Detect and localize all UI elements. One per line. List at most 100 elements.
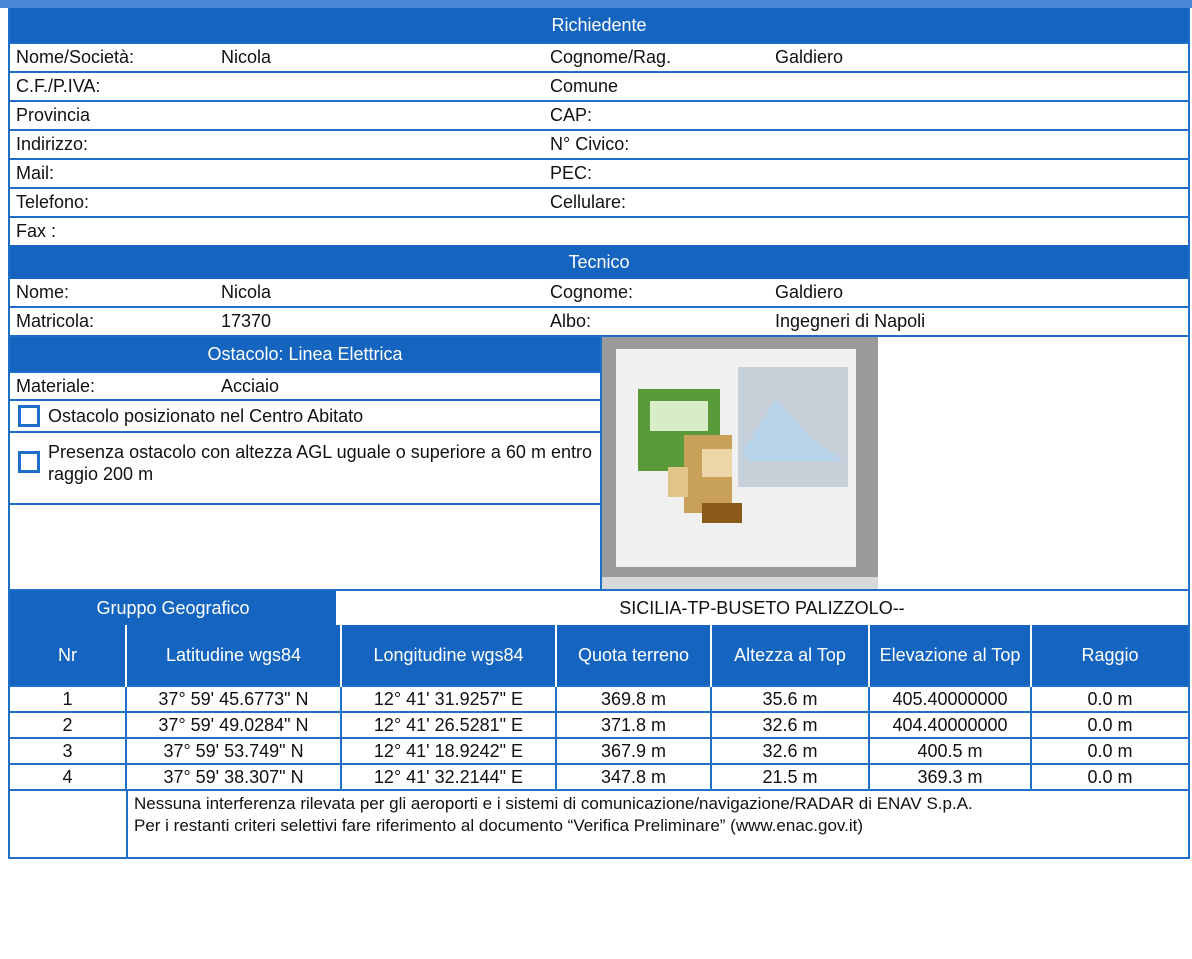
cell: 37° 59' 53.749" N bbox=[126, 737, 342, 764]
label: Cellulare: bbox=[550, 192, 627, 212]
row-provincia: Provincia CAP: bbox=[10, 100, 1188, 129]
map-image bbox=[616, 349, 856, 567]
cell: 35.6 m bbox=[711, 685, 870, 712]
cell: 37° 59' 49.0284" N bbox=[126, 711, 342, 738]
table-row: 4 37° 59' 38.307" N 12° 41' 32.2144" E 347.… bbox=[10, 763, 1188, 789]
col-quota: Quota terreno bbox=[556, 625, 712, 686]
cell: 12° 41' 32.2144" E bbox=[341, 763, 557, 789]
note-text: Nessuna interferenza rilevata per gli ae… bbox=[128, 791, 979, 857]
table-row: 2 37° 59' 49.0284" N 12° 41' 26.5281" E 371… bbox=[10, 711, 1188, 738]
points-table: Nr Latitudine wgs84 Longitudine wgs84 Qu… bbox=[10, 625, 1188, 789]
label: N° Civico: bbox=[550, 134, 630, 154]
value bbox=[221, 218, 536, 245]
geo-label: Gruppo Geografico bbox=[10, 591, 336, 625]
cell: 4 bbox=[10, 763, 127, 789]
col-elevazione: Elevazione al Top bbox=[869, 625, 1032, 686]
value: Nicola bbox=[221, 282, 272, 302]
ostacolo-header: Ostacolo: Linea Elettrica bbox=[10, 337, 600, 371]
cell: 0.0 m bbox=[1031, 763, 1188, 789]
cell: 32.6 m bbox=[711, 737, 870, 764]
cell: 2 bbox=[10, 711, 127, 738]
cell: 404.40000000 bbox=[869, 711, 1032, 738]
cell: 3 bbox=[10, 737, 127, 764]
label: Albo: bbox=[550, 311, 592, 331]
centro-abitato-checkbox-row[interactable]: Ostacolo posizionato nel Centro Abitato bbox=[10, 399, 600, 431]
cell: 0.0 m bbox=[1031, 685, 1188, 712]
cell: 37° 59' 38.307" N bbox=[126, 763, 342, 789]
label: Nome: bbox=[16, 282, 70, 302]
row-fax: Fax : bbox=[10, 216, 1188, 245]
note-spacer bbox=[10, 791, 128, 857]
cell: 371.8 m bbox=[556, 711, 712, 738]
value bbox=[775, 189, 1188, 216]
label: Fax : bbox=[16, 221, 57, 241]
row-tecnico-matricola: Matricola: 17370 Albo: Ingegneri di Napoli bbox=[10, 306, 1188, 335]
value bbox=[775, 102, 1188, 129]
label: Matricola: bbox=[16, 311, 95, 331]
label: Provincia bbox=[16, 105, 91, 125]
label: C.F./P.IVA: bbox=[16, 76, 101, 96]
col-nr: Nr bbox=[10, 625, 127, 686]
note-line-2: Per i restanti criteri selettivi fare ri… bbox=[134, 816, 864, 835]
form-sheet: Richiedente Nome/Società: Nicola Cognome/R… bbox=[0, 0, 1192, 959]
row-tecnico-nome: Nome: Nicola Cognome: Galdiero bbox=[10, 279, 1188, 306]
checkbox-icon[interactable] bbox=[18, 405, 40, 427]
checkbox-icon[interactable] bbox=[18, 451, 40, 473]
table-row: 3 37° 59' 53.749" N 12° 41' 18.9242" E 367.… bbox=[10, 737, 1188, 764]
ostacolo-panel: Ostacolo: Linea Elettrica Materiale: Acc… bbox=[10, 337, 602, 589]
richiedente-rows: Nome/Società: Nicola Cognome/Rag. Galdiero … bbox=[10, 42, 1188, 245]
value bbox=[221, 102, 536, 129]
value: Galdiero bbox=[775, 47, 844, 67]
ostacolo-section: Ostacolo: Linea Elettrica Materiale: Acc… bbox=[10, 335, 1188, 589]
label: Mail: bbox=[16, 163, 55, 183]
label: Cognome/Rag. bbox=[550, 47, 672, 67]
table-header-row: Nr Latitudine wgs84 Longitudine wgs84 Qu… bbox=[10, 625, 1188, 686]
row-indirizzo: Indirizzo: N° Civico: bbox=[10, 129, 1188, 158]
col-latitudine: Latitudine wgs84 bbox=[126, 625, 342, 686]
cell: 12° 41' 18.9242" E bbox=[341, 737, 557, 764]
value bbox=[221, 189, 536, 216]
cell: 347.8 m bbox=[556, 763, 712, 789]
row-telefono: Telefono: Cellulare: bbox=[10, 187, 1188, 216]
geo-value: SICILIA-TP-BUSETO PALIZZOLO-- bbox=[619, 598, 905, 618]
agl-checkbox-row[interactable]: Presenza ostacolo con altezza AGL uguale… bbox=[10, 431, 600, 505]
value: Nicola bbox=[221, 47, 272, 67]
cell: 12° 41' 26.5281" E bbox=[341, 711, 557, 738]
label bbox=[536, 218, 775, 245]
materiale-row: Materiale: Acciaio bbox=[10, 371, 600, 399]
materiale-value: Acciaio bbox=[221, 376, 280, 396]
section-header-richiedente: Richiedente bbox=[10, 8, 1188, 42]
value bbox=[775, 131, 1188, 158]
note-section: Nessuna interferenza rilevata per gli ae… bbox=[10, 789, 1188, 857]
checkbox-label: Ostacolo posizionato nel Centro Abitato bbox=[48, 405, 364, 426]
label: PEC: bbox=[550, 163, 593, 183]
cell: 0.0 m bbox=[1031, 711, 1188, 738]
value: 17370 bbox=[221, 311, 272, 331]
col-longitudine: Longitudine wgs84 bbox=[341, 625, 557, 686]
cell: 21.5 m bbox=[711, 763, 870, 789]
cell: 1 bbox=[10, 685, 127, 712]
cell: 367.9 m bbox=[556, 737, 712, 764]
checkbox-label: Presenza ostacolo con altezza AGL uguale… bbox=[48, 442, 592, 484]
gruppo-geografico-row: Gruppo Geografico SICILIA-TP-BUSETO PALI… bbox=[10, 589, 1188, 625]
section-header-tecnico: Tecnico bbox=[10, 245, 1188, 279]
col-altezza: Altezza al Top bbox=[711, 625, 870, 686]
note-line-1: Nessuna interferenza rilevata per gli ae… bbox=[134, 794, 973, 813]
value: Ingegneri di Napoli bbox=[775, 311, 926, 331]
row-cf: C.F./P.IVA: Comune bbox=[10, 71, 1188, 100]
map-thumbnail bbox=[602, 337, 878, 589]
value bbox=[221, 73, 536, 100]
cell: 400.5 m bbox=[869, 737, 1032, 764]
label: Cognome: bbox=[550, 282, 634, 302]
cell: 369.8 m bbox=[556, 685, 712, 712]
form-frame: Richiedente Nome/Società: Nicola Cognome/R… bbox=[8, 8, 1190, 859]
cell: 0.0 m bbox=[1031, 737, 1188, 764]
value bbox=[775, 73, 1188, 100]
label: Nome/Società: bbox=[16, 47, 135, 67]
row-mail: Mail: PEC: bbox=[10, 158, 1188, 187]
map-icon bbox=[638, 367, 848, 523]
cell: 32.6 m bbox=[711, 711, 870, 738]
table-row: 1 37° 59' 45.6773" N 12° 41' 31.9257" E 369… bbox=[10, 685, 1188, 712]
label: Telefono: bbox=[16, 192, 90, 212]
row-nome: Nome/Società: Nicola Cognome/Rag. Galdiero bbox=[10, 42, 1188, 71]
